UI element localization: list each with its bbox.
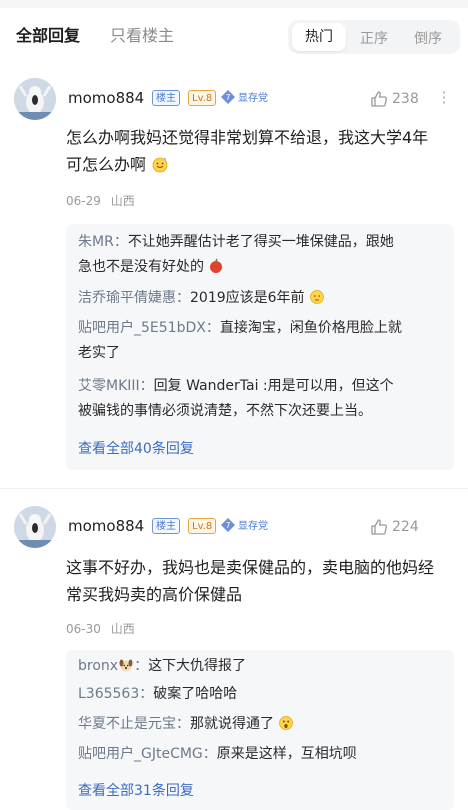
sort-asc-button[interactable]: 正序 xyxy=(360,28,388,48)
sub-reply[interactable]: 朱MR：不让她弄醒估计老了得买一堆保健品，跟她 急也不是没有好处的 xyxy=(78,230,444,280)
owner-badge: 楼主 xyxy=(152,90,180,106)
diamond-icon: 7 xyxy=(221,90,235,104)
reply-author: bronx xyxy=(78,658,119,674)
club-name: 显存党 xyxy=(238,521,268,532)
sort-switcher: 热门 正序 倒序 xyxy=(288,20,460,54)
club-badge[interactable]: 7 显存党 xyxy=(221,518,268,534)
like-button[interactable]: 238 xyxy=(370,90,419,108)
svg-text:7: 7 xyxy=(225,521,230,530)
sub-reply[interactable]: bronx ：这下大仇得报了 xyxy=(78,654,444,679)
tab-all-replies[interactable]: 全部回复 xyxy=(16,22,80,46)
post-date: 06-30 xyxy=(66,622,101,636)
sub-reply[interactable]: 贴吧用户_GJteCMG：原来是这样，互相坑呗 xyxy=(78,742,444,767)
post-content-line: 这事不好办，我妈也是卖保健品的，卖电脑的他妈经 xyxy=(66,558,435,577)
reply-author: 华夏不止是元宝 xyxy=(78,716,176,732)
post-location: 山西 xyxy=(110,622,135,636)
avatar[interactable] xyxy=(14,78,56,120)
more-options-icon[interactable]: · · · xyxy=(440,85,448,111)
dog-emoji xyxy=(119,659,133,672)
reply-author: 贴吧用户_GJteCMG xyxy=(78,746,203,762)
reply-filter-bar: 全部回复 只看楼主 热门 正序 倒序 xyxy=(0,8,468,60)
post-meta: 06-29 山西 xyxy=(66,192,135,209)
like-count: 238 xyxy=(392,91,419,107)
like-button[interactable]: 224 xyxy=(370,518,419,536)
diamond-icon: 7 xyxy=(221,518,235,532)
reply-author: L365563 xyxy=(78,686,140,702)
see-all-replies-link[interactable]: 查看全部31条回复 xyxy=(78,780,194,800)
reply-author: 艾零MKIII xyxy=(78,378,140,394)
post-content-line: 常买我妈卖的高价保健品 xyxy=(66,585,243,604)
reply-author: 朱MR xyxy=(78,234,114,250)
thumbs-up-icon xyxy=(371,91,387,107)
sub-reply[interactable]: 贴吧用户_5E51bDX：直接淘宝，闲鱼价格甩脸上就 老实了 xyxy=(78,316,444,366)
club-badge[interactable]: 7 显存党 xyxy=(221,90,268,106)
level-badge: Lv.8 xyxy=(188,90,217,106)
avatar-image xyxy=(14,78,56,120)
username[interactable]: momo884 xyxy=(68,517,144,535)
sort-desc-button[interactable]: 倒序 xyxy=(414,28,442,48)
post-content-line: 可怎么办啊 xyxy=(66,151,446,178)
reply-author: 洁乔瑜平倩婕惠 xyxy=(78,290,176,306)
reply-author: 贴吧用户_5E51bDX xyxy=(78,320,206,336)
apple-emoji xyxy=(210,258,223,273)
floor-post: momo884 楼主 Lv.8 7 显存党 224 这事不好办，我妈也是卖保健品… xyxy=(0,496,468,810)
sort-hot-button[interactable]: 热门 xyxy=(292,23,346,51)
top-strip xyxy=(0,0,468,8)
sub-reply[interactable]: 华夏不止是元宝：那就说得通了 xyxy=(78,712,444,737)
avatar-image xyxy=(14,506,56,548)
tab-owner-only[interactable]: 只看楼主 xyxy=(110,22,174,46)
level-badge: Lv.8 xyxy=(188,518,217,534)
post-meta: 06-30 山西 xyxy=(66,620,135,637)
svg-text:7: 7 xyxy=(225,93,230,102)
thinking-emoji xyxy=(310,290,324,304)
divider xyxy=(0,488,468,489)
sub-reply-box: 朱MR：不让她弄醒估计老了得买一堆保健品，跟她 急也不是没有好处的 洁乔瑜平倩婕… xyxy=(66,224,454,470)
owner-badge: 楼主 xyxy=(152,518,180,534)
sub-reply-box: bronx ：这下大仇得报了 L365563：破案了哈哈哈 华夏不止是元宝：那就… xyxy=(66,650,454,810)
post-content-line: 怎么办啊我妈还觉得非常划算不给退，我这大学4年 xyxy=(66,128,429,147)
club-name: 显存党 xyxy=(238,93,268,104)
post-date: 06-29 xyxy=(66,194,101,208)
sub-reply[interactable]: 洁乔瑜平倩婕惠：2019应该是6年前 xyxy=(78,286,444,311)
like-count: 224 xyxy=(392,519,419,535)
sub-reply[interactable]: L365563：破案了哈哈哈 xyxy=(78,682,444,707)
post-content: 怎么办啊我妈还觉得非常划算不给退，我这大学4年 可怎么办啊 xyxy=(66,124,446,178)
surprised-emoji xyxy=(279,716,294,730)
post-location: 山西 xyxy=(110,194,135,208)
floor-post: momo884 楼主 Lv.8 7 显存党 238 · · · 怎么办啊我妈还觉得非… xyxy=(0,68,468,478)
post-content: 这事不好办，我妈也是卖保健品的，卖电脑的他妈经 常买我妈卖的高价保健品 xyxy=(66,554,446,608)
avatar[interactable] xyxy=(14,506,56,548)
sweat-smile-emoji xyxy=(152,157,168,173)
sub-reply[interactable]: 艾零MKIII：回复 WanderTai :用是可以用，但这个 被骗钱的事情必须… xyxy=(78,374,444,424)
username[interactable]: momo884 xyxy=(68,89,144,107)
thumbs-up-icon xyxy=(371,519,387,535)
see-all-replies-link[interactable]: 查看全部40条回复 xyxy=(78,438,194,458)
